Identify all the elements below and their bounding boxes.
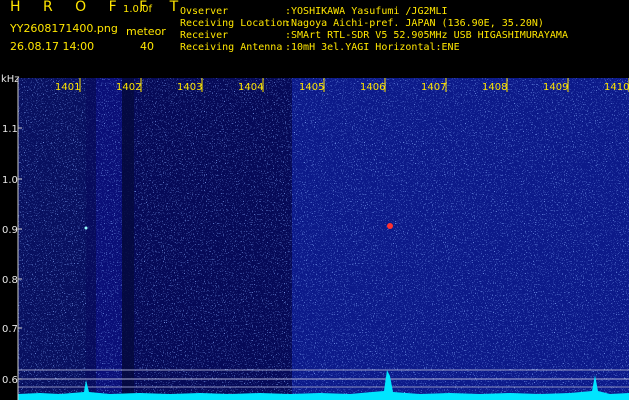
info-label-location: Receiving Location (180, 18, 289, 29)
version-label: 1.0.0f (123, 4, 152, 15)
x-tick-label: 1407 (421, 82, 446, 93)
x-tick-label: 1410 (604, 82, 629, 93)
app-title: H R O F F T (10, 0, 188, 15)
info-value-location: :Nagoya Aichi-pref. JAPAN (136.90E, 35.2… (285, 18, 544, 29)
meteor-label: meteor (126, 25, 166, 38)
meteor-head-echo (387, 223, 393, 229)
info-value-antenna: :10mH 3el.YAGI Horizontal:ENE (285, 42, 460, 53)
info-label-antenna: Receiving Antenna (180, 42, 283, 53)
info-label-observer: Ovserver (180, 6, 229, 17)
info-value-receiver: :SMArt RTL-SDR V5 52.905MHz USB HIGASHIM… (285, 30, 568, 41)
spectrogram: 1.1 1.0 0.9 0.8 0.7 0.6 1401 1402 1403 1404 1405 1… (2, 78, 629, 400)
datetime-label: 26.08.17 14:00 (10, 40, 95, 53)
x-tick-label: 1409 (543, 82, 568, 93)
meteor-echo (84, 226, 88, 230)
info-value-observer: :YOSHIKAWA Yasufumi /JG2MLI (285, 6, 448, 17)
info-label-receiver: Receiver (180, 30, 229, 41)
noise-speckle-bright (18, 78, 629, 400)
y-tick-label: 0.6 (2, 375, 18, 386)
x-tick-label: 1406 (360, 82, 385, 93)
y-tick-label: 1.1 (2, 124, 18, 135)
meteor-count: 40 (140, 40, 154, 53)
y-tick-label: 0.8 (2, 275, 18, 286)
gap-band (86, 78, 96, 400)
y-tick-label: 1.0 (2, 175, 18, 186)
y-tick-label: 0.7 (2, 324, 18, 335)
x-tick-label: 1401 (55, 82, 80, 93)
y-tick-label: 0.9 (2, 225, 18, 236)
x-tick-label: 1403 (177, 82, 202, 93)
x-tick-label: 1408 (482, 82, 507, 93)
x-tick-label: 1404 (238, 82, 263, 93)
header-panel: H R O F F T 1.0.0f YY2608171400.png mete… (0, 0, 629, 78)
image-filename: YY2608171400.png (10, 22, 118, 35)
gap-band (122, 78, 134, 400)
x-tick-label: 1405 (299, 82, 324, 93)
x-tick-label: 1402 (116, 82, 141, 93)
